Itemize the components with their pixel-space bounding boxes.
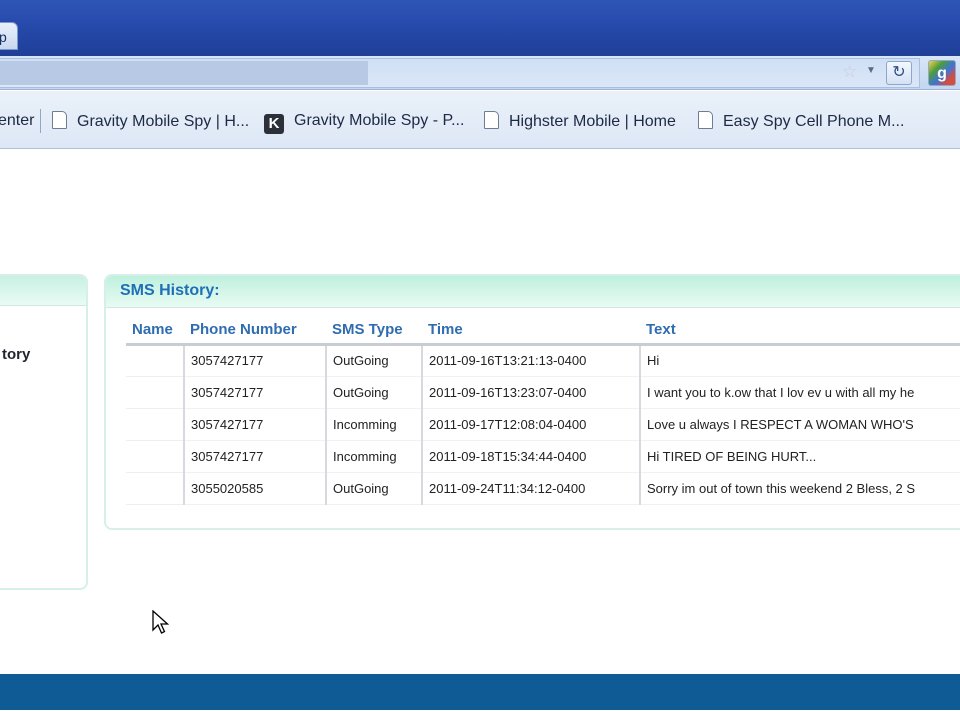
cell-type: OutGoing [326, 472, 423, 505]
sms-history-table: Name Phone Number SMS Type Time Text 305… [126, 316, 960, 505]
sidebar-panel-header [0, 276, 86, 306]
footer-bottom-strip [0, 710, 960, 720]
bookmark-label: Gravity Mobile Spy | H... [77, 113, 250, 130]
page-content: tory SMS History: Name Phone Number SMS … [0, 150, 960, 720]
bookmark-item[interactable]: Gravity Mobile Spy | H... [52, 111, 249, 133]
page-icon [484, 111, 499, 129]
footer-bar [0, 674, 960, 710]
column-header-type[interactable]: SMS Type [326, 316, 422, 346]
cell-text: I want you to k.ow that I lov ev u with … [640, 376, 960, 409]
k-logo-icon: K [264, 114, 284, 134]
browser-toolbar: ☆ ▼ ↻ g [0, 56, 960, 90]
bookmark-label: Easy Spy Cell Phone M... [723, 113, 905, 130]
column-header-name[interactable]: Name [126, 316, 184, 346]
table-row[interactable]: 3057427177 Incomming 2011-09-18T15:34:44… [126, 440, 960, 473]
cell-name [126, 408, 185, 441]
sidebar-panel: tory [0, 274, 88, 590]
cell-name [126, 472, 185, 505]
google-icon[interactable]: g [928, 60, 956, 86]
column-header-time[interactable]: Time [422, 316, 640, 346]
bookmark-label: enter [0, 112, 35, 129]
page-icon [52, 111, 67, 129]
cell-text: Hi [640, 344, 960, 377]
sms-history-title: SMS History: [120, 282, 220, 299]
dropdown-arrow-icon[interactable]: ▼ [866, 65, 876, 76]
sms-history-header: SMS History: [106, 276, 960, 308]
cell-time: 2011-09-18T15:34:44-0400 [422, 440, 641, 473]
reload-icon[interactable]: ↻ [886, 61, 912, 85]
table-row[interactable]: 3055020585 OutGoing 2011-09-24T11:34:12-… [126, 472, 960, 505]
cell-name [126, 440, 185, 473]
bookmark-item[interactable]: Easy Spy Cell Phone M... [698, 111, 904, 133]
bookmark-item[interactable]: Highster Mobile | Home [484, 111, 676, 133]
cell-type: Incomming [326, 440, 423, 473]
bookmarks-bar: enter Gravity Mobile Spy | H... K Gravity… [0, 91, 960, 149]
browser-titlebar: p [0, 0, 960, 56]
bookmark-label: Highster Mobile | Home [509, 113, 676, 130]
cell-time: 2011-09-16T13:21:13-0400 [422, 344, 641, 377]
cell-phone: 3057427177 [184, 344, 327, 377]
page-icon [698, 111, 713, 129]
cell-text: Love u always I RESPECT A WOMAN WHO'S [640, 408, 960, 441]
column-header-text[interactable]: Text [640, 316, 960, 346]
cell-text: Sorry im out of town this weekend 2 Bles… [640, 472, 960, 505]
browser-tab-label: p [0, 29, 7, 45]
cell-time: 2011-09-16T13:23:07-0400 [422, 376, 641, 409]
browser-tab[interactable]: p [0, 22, 18, 50]
cell-time: 2011-09-17T12:08:04-0400 [422, 408, 641, 441]
address-bar[interactable]: ☆ ▼ ↻ [0, 58, 920, 88]
bookmark-star-icon[interactable]: ☆ [842, 63, 860, 81]
cell-name [126, 376, 185, 409]
sms-history-panel: SMS History: Name Phone Number SMS Type … [104, 274, 960, 530]
table-header-row: Name Phone Number SMS Type Time Text [126, 316, 960, 346]
bookmark-separator [40, 109, 41, 133]
bookmark-label: Gravity Mobile Spy - P... [294, 112, 465, 129]
cell-time: 2011-09-24T11:34:12-0400 [422, 472, 641, 505]
table-row[interactable]: 3057427177 OutGoing 2011-09-16T13:21:13-… [126, 344, 960, 377]
mouse-cursor-icon [152, 610, 170, 634]
table-row[interactable]: 3057427177 Incomming 2011-09-17T12:08:04… [126, 408, 960, 441]
cell-text: Hi TIRED OF BEING HURT... [640, 440, 960, 473]
column-header-phone[interactable]: Phone Number [184, 316, 326, 346]
cell-phone: 3057427177 [184, 440, 327, 473]
cell-phone: 3055020585 [184, 472, 327, 505]
address-bar-text [0, 61, 368, 85]
sidebar-item-sms-history[interactable]: tory [2, 346, 30, 363]
cell-type: Incomming [326, 408, 423, 441]
cell-type: OutGoing [326, 344, 423, 377]
bookmark-item[interactable]: enter [0, 111, 34, 133]
cell-phone: 3057427177 [184, 376, 327, 409]
cell-type: OutGoing [326, 376, 423, 409]
table-row[interactable]: 3057427177 OutGoing 2011-09-16T13:23:07-… [126, 376, 960, 409]
bookmark-item[interactable]: K Gravity Mobile Spy - P... [264, 111, 465, 134]
cell-phone: 3057427177 [184, 408, 327, 441]
cell-name [126, 344, 185, 377]
